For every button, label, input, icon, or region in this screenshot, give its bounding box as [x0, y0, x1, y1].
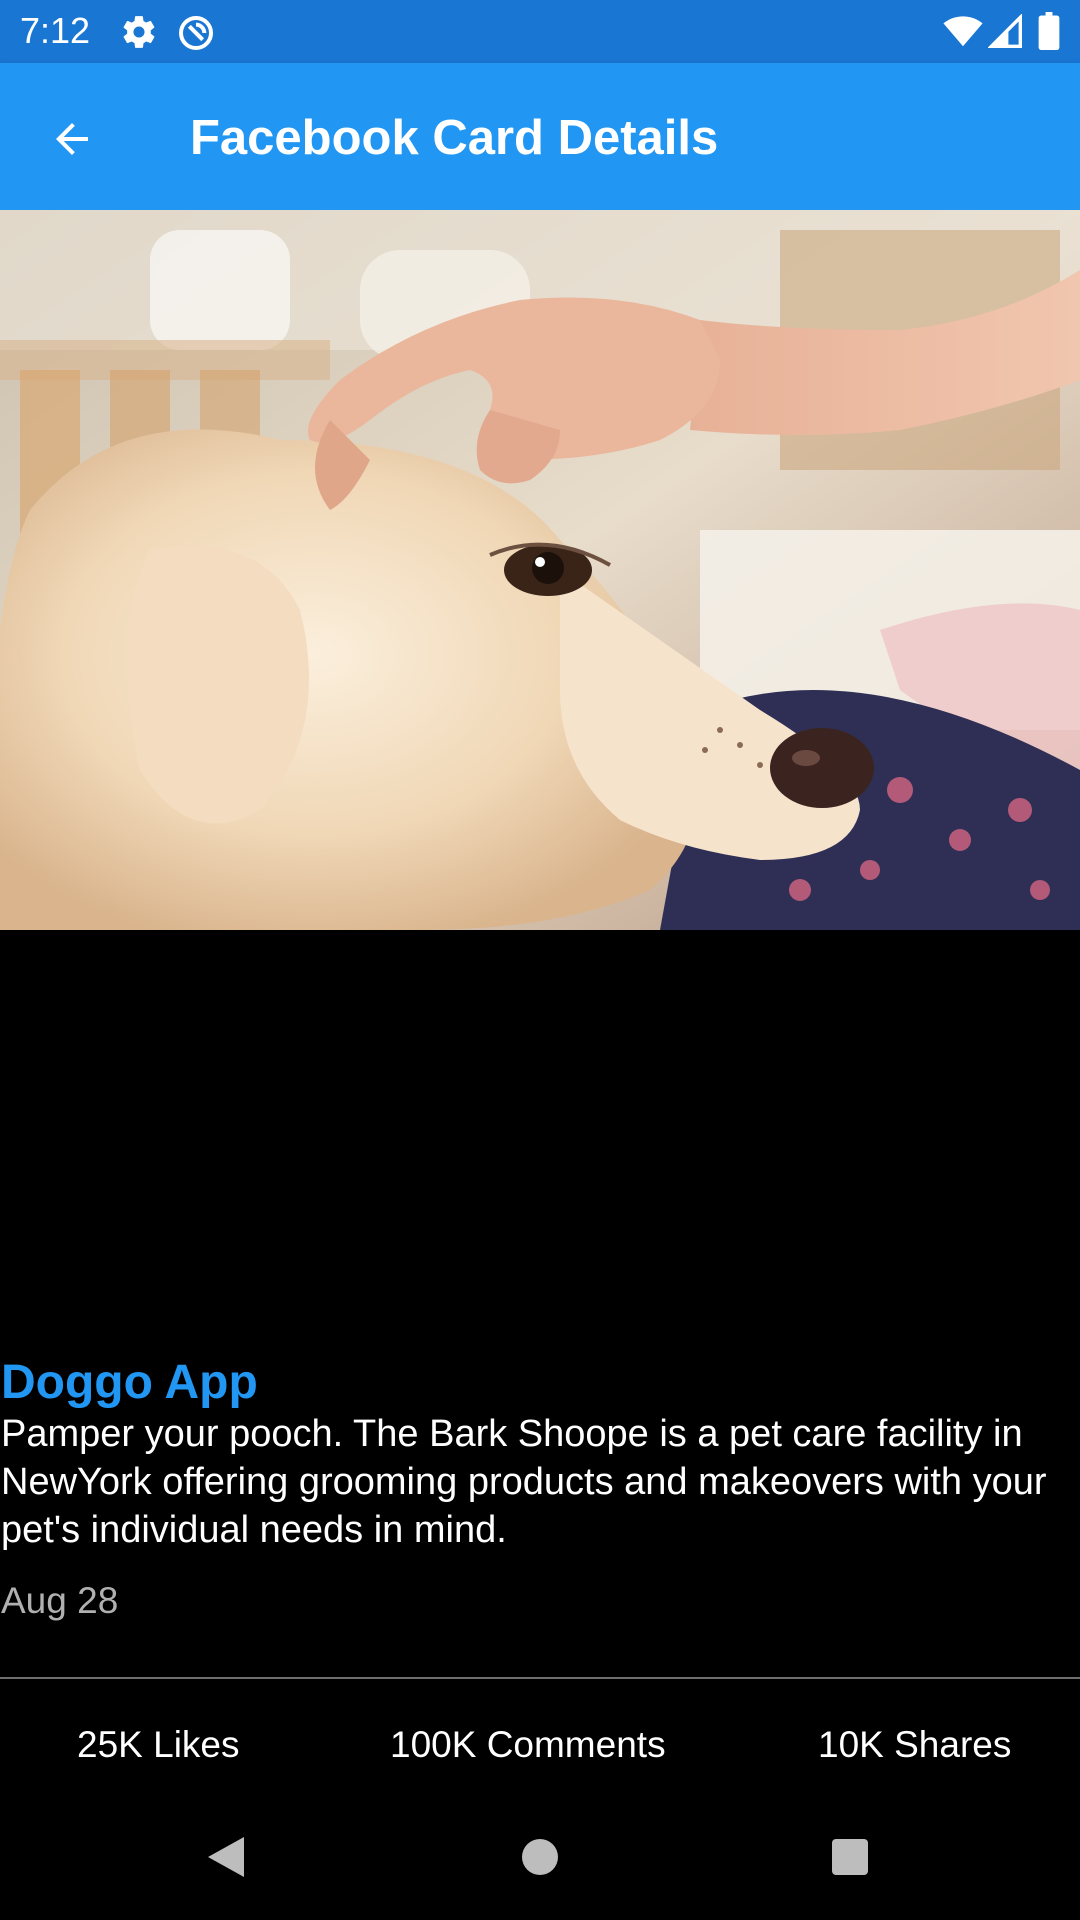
- comments-count[interactable]: 100K Comments: [390, 1722, 666, 1768]
- likes-count[interactable]: 25K Likes: [77, 1722, 240, 1768]
- status-bar: 7:12: [0, 0, 1080, 63]
- back-button[interactable]: [30, 99, 114, 183]
- wifi-icon: [942, 14, 984, 53]
- back-triangle-icon: [204, 1833, 248, 1886]
- cell-signal-icon: [987, 13, 1022, 53]
- nav-home-button[interactable]: [500, 1824, 580, 1894]
- app-bar: Facebook Card Details: [0, 63, 1080, 210]
- nav-recents-button[interactable]: [810, 1824, 890, 1894]
- settings-gear-icon: [120, 13, 158, 56]
- divider: [0, 1677, 1080, 1679]
- home-circle-icon: [520, 1837, 560, 1882]
- status-time: 7:12: [20, 10, 91, 51]
- card-date: Aug 28: [1, 1580, 119, 1621]
- recents-square-icon: [830, 1837, 870, 1882]
- nav-back-button[interactable]: [186, 1824, 266, 1894]
- dog-photo: [0, 210, 1080, 930]
- system-nav-bar: [0, 1800, 1080, 1920]
- card-title: Doggo App: [1, 1356, 258, 1409]
- sync-icon: [176, 13, 216, 58]
- shares-count[interactable]: 10K Shares: [818, 1722, 1011, 1768]
- page-title: Facebook Card Details: [190, 111, 719, 165]
- card-description: Pamper your pooch. The Bark Shoope is a …: [1, 1413, 1047, 1551]
- battery-icon: [1038, 12, 1060, 55]
- arrow-back-icon: [48, 115, 96, 168]
